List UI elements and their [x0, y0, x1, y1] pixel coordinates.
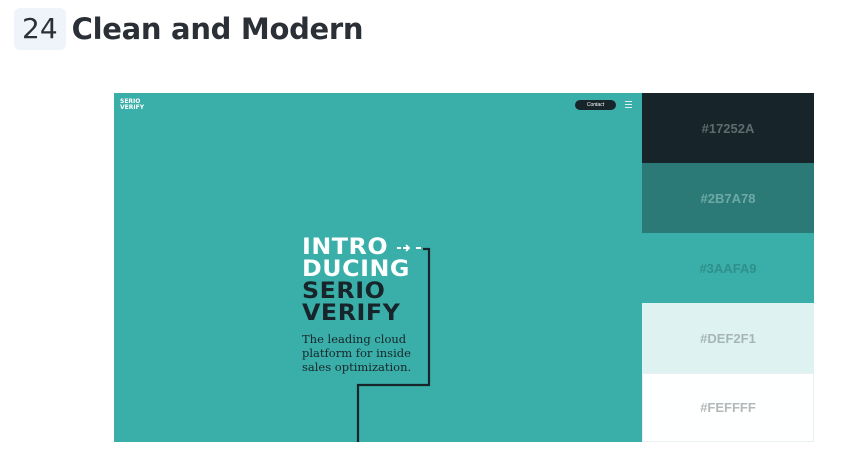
hero-line-verify: VERIFY [302, 301, 401, 326]
swatch-2b7a78: #2B7A78 [642, 163, 814, 233]
swatch-17252a: #17252A [642, 93, 814, 163]
website-mockup: SERIO VERIFY Contact INTRO DUCING SERIO … [114, 93, 642, 442]
hero-line-ducing: DUCING [302, 257, 410, 282]
color-palette: #17252A #2B7A78 #3AAFA9 #DEF2F1 #FEFFFF [642, 93, 814, 442]
hero-line-intro: INTRO [302, 235, 389, 260]
section-number: 24 [14, 8, 66, 50]
hero-heading: INTRO DUCING SERIO VERIFY [302, 237, 409, 325]
tagline: The leading cloud platform for inside sa… [302, 332, 412, 374]
arrow-right-icon [397, 244, 421, 252]
section-title: Clean and Modern [71, 12, 364, 46]
swatch-feffff: #FEFFFF [642, 373, 814, 442]
design-preview: SERIO VERIFY Contact INTRO DUCING SERIO … [114, 93, 814, 442]
hero-line-serio: SERIO [302, 279, 386, 304]
section-heading: 24 Clean and Modern [14, 8, 364, 50]
swatch-3aafa9: #3AAFA9 [642, 233, 814, 303]
swatch-def2f1: #DEF2F1 [642, 303, 814, 373]
